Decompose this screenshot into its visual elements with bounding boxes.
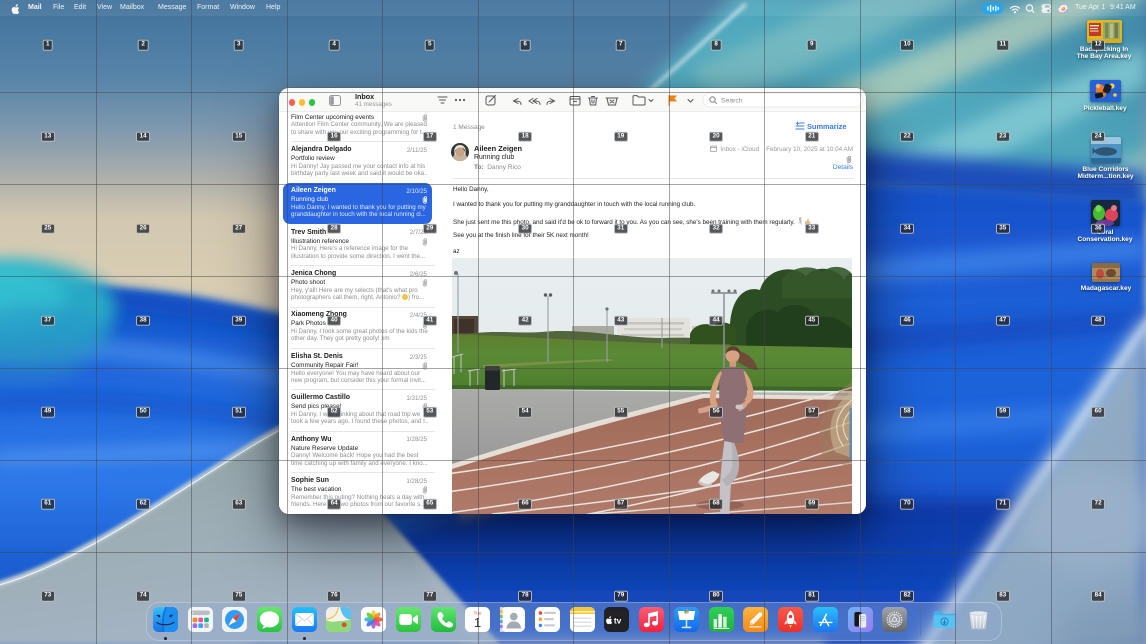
svg-text:tv: tv: [614, 615, 622, 625]
svg-text:Summarize: Summarize: [807, 122, 846, 131]
svg-text:Search: Search: [721, 97, 743, 104]
